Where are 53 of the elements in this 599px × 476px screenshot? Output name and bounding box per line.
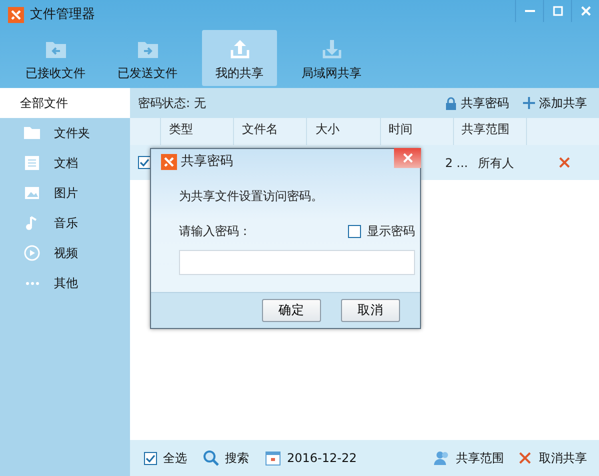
sidebar-item[interactable]: 其他 [0, 268, 130, 298]
show-password-checkbox[interactable]: 显示密码 [348, 222, 415, 240]
logo-icon [161, 154, 177, 170]
folder-icon [24, 125, 40, 141]
sidebar-item[interactable]: 文件夹 [0, 118, 130, 148]
cancel-button[interactable]: 取消 [341, 299, 400, 322]
share-password-button[interactable]: 共享密码 [445, 94, 509, 112]
checked-checkbox[interactable] [138, 156, 151, 169]
close-button[interactable] [394, 148, 421, 168]
close-icon [402, 153, 412, 163]
delete-icon[interactable] [558, 157, 570, 168]
search-icon [203, 450, 219, 466]
toolbar-tab[interactable]: 已发送文件 [110, 30, 185, 86]
table-cell: 2 ... [445, 156, 468, 170]
add-share-button[interactable]: 添加共享 [523, 94, 587, 112]
download-icon [320, 38, 342, 60]
minimize-icon [524, 10, 534, 12]
select-all-checkbox[interactable]: 全选 [144, 449, 187, 467]
lock-icon [445, 96, 457, 110]
password-field[interactable] [179, 250, 415, 275]
more-icon [26, 282, 39, 284]
upload-icon [228, 38, 250, 60]
people-icon [434, 450, 450, 466]
maximize-icon [552, 6, 562, 16]
document-icon [24, 155, 40, 171]
field-label: 请输入密码： [179, 223, 251, 240]
sidebar-item[interactable]: 音乐 [0, 208, 130, 238]
window-title: 文件管理器 [30, 6, 95, 24]
table-cell: 所有人 [478, 156, 514, 170]
plus-icon [523, 96, 535, 110]
close-icon [580, 6, 590, 16]
image-icon [24, 185, 40, 201]
checked-checkbox[interactable] [144, 452, 157, 464]
play-icon [24, 245, 40, 261]
share-scope-button[interactable]: 共享范围 [434, 449, 504, 467]
calendar-icon [265, 450, 281, 466]
dialog-message: 为共享文件设置访问密码。 [179, 188, 324, 205]
close-icon [517, 450, 533, 466]
toolbar-tab[interactable]: 局域网共享 [294, 30, 369, 86]
date-picker[interactable]: 2016-12-22 [265, 449, 357, 467]
toolbar-tab[interactable]: 我的共享 [202, 30, 277, 86]
password-status: 密码状态: 无 [138, 95, 206, 112]
sidebar-item[interactable]: 文档 [0, 148, 130, 178]
search-button[interactable]: 搜索 [203, 449, 249, 467]
sidebar-item[interactable]: 全部文件 [0, 88, 130, 118]
checkbox[interactable] [348, 224, 361, 238]
dialog-title: 共享密码 [181, 153, 233, 172]
logo-icon [8, 7, 24, 23]
cancel-share-button[interactable]: 取消共享 [517, 449, 587, 467]
confirm-button[interactable]: 确定 [262, 299, 321, 322]
toolbar-tab[interactable]: 已接收文件 [18, 30, 93, 86]
sidebar-item[interactable]: 图片 [0, 178, 130, 208]
sidebar-item[interactable]: 视频 [0, 238, 130, 268]
